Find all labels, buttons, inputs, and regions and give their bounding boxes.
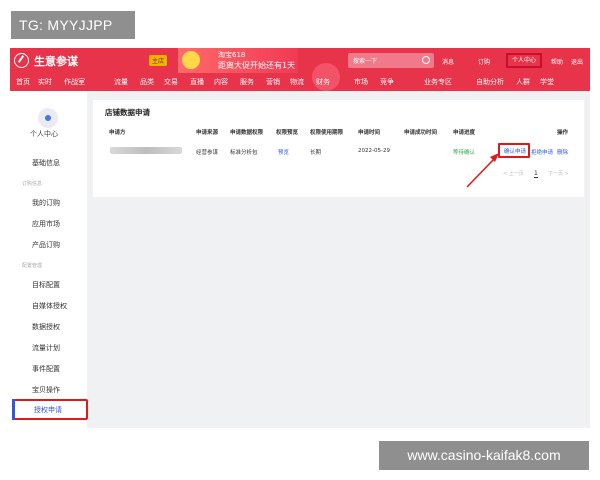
sidebar-item-my-orders[interactable]: 我的订购: [32, 198, 60, 208]
sidebar-item-traffic-plan[interactable]: 流量计划: [32, 343, 60, 353]
sidebar-group-config: 配置管理: [22, 263, 43, 269]
nav-marketing[interactable]: 营销: [266, 77, 280, 87]
nav-business-zone[interactable]: 业务专区: [424, 77, 452, 87]
gift-icon: [182, 51, 200, 69]
main-nav: 首页 实时 作战室 流量 品类 交易 直播 内容 服务 营销 物流 财务 市场 …: [10, 63, 590, 91]
next-page-button[interactable]: 下一页 >: [548, 170, 569, 177]
nav-content[interactable]: 内容: [214, 77, 228, 87]
col-header-time: 申请时间: [358, 130, 381, 136]
promo-banner[interactable]: 淘宝618 距离大促开始还有1天: [178, 48, 298, 73]
nav-traffic[interactable]: 流量: [114, 77, 128, 87]
nav-realtime[interactable]: 实时: [38, 77, 52, 87]
sidebar-item-target-config[interactable]: 目标配置: [32, 280, 60, 290]
prev-page-button[interactable]: < 上一页: [503, 170, 524, 177]
nav-audience[interactable]: 人群: [516, 77, 530, 87]
col-header-progress: 申请进度: [453, 130, 476, 136]
nav-logistics[interactable]: 物流: [290, 77, 304, 87]
promo-title: 淘宝618: [218, 51, 246, 59]
applicant-name-redacted: [110, 147, 182, 154]
logout-link[interactable]: 退出: [571, 57, 583, 66]
col-header-success-time: 申请成功时间: [404, 130, 438, 136]
panel-title: 店铺数据申请: [105, 108, 150, 117]
page-number[interactable]: 1: [534, 170, 538, 178]
preview-link[interactable]: 预览: [278, 148, 289, 156]
sidebar-item-app-market[interactable]: 应用市场: [32, 219, 60, 229]
promo-countdown: 距离大促开始还有1天: [218, 61, 296, 70]
sidebar-item-basic-info[interactable]: 基础信息: [32, 158, 60, 168]
col-header-preview: 权限预览: [276, 130, 299, 136]
sidebar-group-orders: 订购信息: [22, 181, 43, 187]
col-header-source: 申请来源: [196, 130, 219, 136]
row-time: 2022-05-29: [358, 148, 390, 154]
sidebar-item-item-ops[interactable]: 宝贝操作: [32, 385, 60, 395]
col-header-actions: 操作: [557, 130, 569, 136]
sidebar-item-auth-apply[interactable]: 授权申请: [12, 399, 88, 420]
row-permission: 标准分析包: [230, 150, 258, 156]
nav-service[interactable]: 服务: [240, 77, 254, 87]
compass-logo-icon: [14, 53, 29, 68]
store-badge: 主店: [149, 55, 168, 66]
watermark-bottom: www.casino-kaifak8.com: [379, 441, 589, 470]
status-badge: 等待确认: [453, 150, 476, 156]
user-avatar-icon: [38, 108, 58, 128]
sidebar-item-auth-apply-label: 授权申请: [34, 406, 62, 414]
nav-self-analysis[interactable]: 自助分析: [476, 77, 504, 87]
nav-market[interactable]: 市场: [354, 77, 368, 87]
reject-apply-button[interactable]: 拒绝申请: [531, 148, 553, 156]
col-header-permission: 申请数据权限: [230, 130, 264, 136]
nav-competition[interactable]: 竞争: [380, 77, 394, 87]
top-header: 生意参谋 主店 淘宝618 距离大促开始还有1天 搜索一下 消息 订购 个人中心…: [10, 48, 590, 73]
row-source: 经营参谋: [196, 150, 219, 156]
nav-live[interactable]: 直播: [190, 77, 204, 87]
nav-war-room[interactable]: 作战室: [64, 77, 85, 87]
col-header-period: 权限使用期限: [310, 130, 344, 136]
col-header-applicant: 申请方: [109, 130, 126, 136]
nav-trade[interactable]: 交易: [164, 77, 178, 87]
messages-link[interactable]: 消息: [442, 57, 454, 66]
nav-home[interactable]: 首页: [16, 77, 30, 87]
brand-name[interactable]: 生意参谋: [34, 53, 78, 69]
sidebar-item-event-config[interactable]: 事件配置: [32, 364, 60, 374]
row-period: 长期: [310, 150, 322, 156]
confirm-apply-label: 确认申请: [504, 149, 527, 155]
search-icon[interactable]: [422, 56, 430, 64]
nav-finance[interactable]: 财务: [316, 77, 330, 87]
orders-link[interactable]: 订购: [478, 57, 490, 66]
sidebar-item-product-orders[interactable]: 产品订购: [32, 240, 60, 250]
help-link[interactable]: 帮助: [551, 57, 563, 66]
sidebar-item-self-media-auth[interactable]: 自媒体授权: [32, 301, 67, 311]
watermark-top: TG: MYYJJPP: [11, 11, 135, 39]
delete-button[interactable]: 删除: [557, 148, 568, 156]
sidebar: [10, 91, 87, 428]
confirm-apply-button[interactable]: 确认申请: [498, 143, 530, 158]
nav-category[interactable]: 品类: [140, 77, 154, 87]
nav-academy[interactable]: 学堂: [540, 77, 554, 87]
user-center-label: 个人中心: [30, 130, 58, 138]
personal-center-link[interactable]: 个人中心: [506, 53, 542, 68]
sidebar-item-data-auth[interactable]: 数据授权: [32, 322, 60, 332]
